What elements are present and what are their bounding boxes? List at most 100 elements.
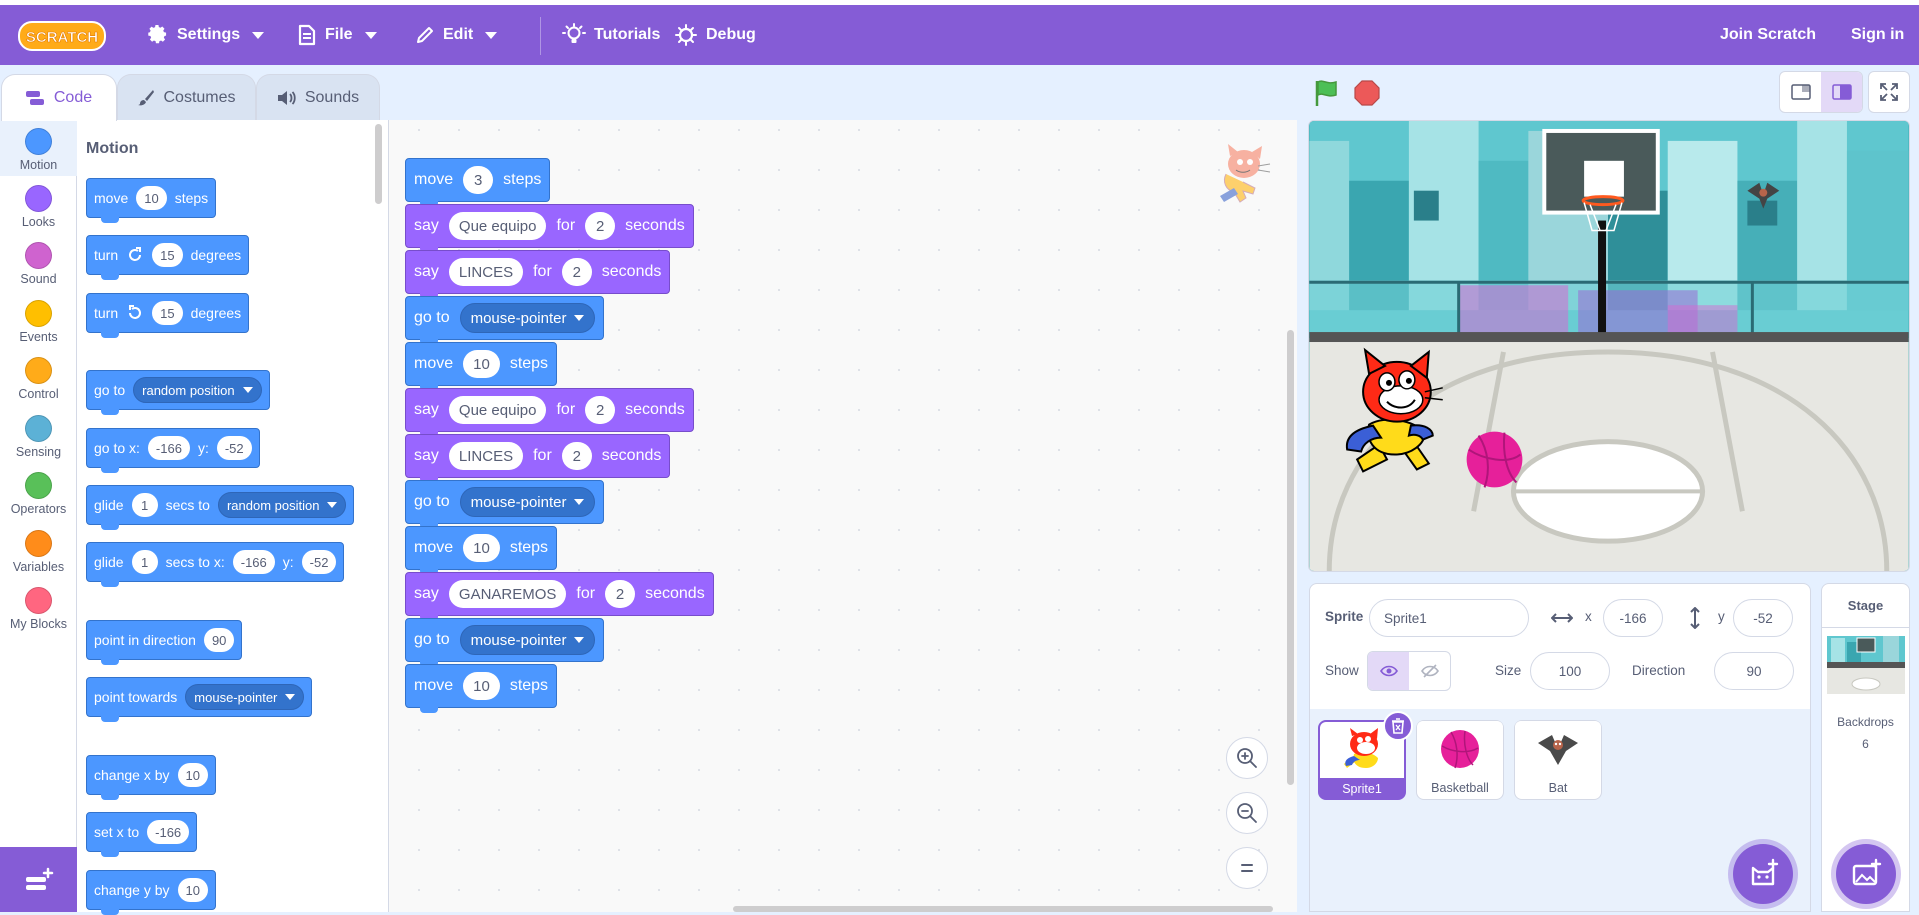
file-menu[interactable]: File xyxy=(297,5,377,65)
palette-block-turn-left[interactable]: turn 15 degrees xyxy=(86,293,250,338)
block-input[interactable]: 10 xyxy=(177,763,208,787)
category-control[interactable]: Control xyxy=(0,349,77,405)
tab-sounds[interactable]: Sounds xyxy=(256,74,380,120)
script-block-move[interactable]: move 3 steps xyxy=(405,158,551,207)
category-events[interactable]: Events xyxy=(0,292,77,348)
direction-field[interactable]: 90 xyxy=(1714,652,1794,690)
block-input[interactable]: 90 xyxy=(203,628,235,652)
category-variables[interactable]: Variables xyxy=(0,522,77,578)
choose-backdrop-button[interactable] xyxy=(1836,844,1896,904)
say-text-input[interactable]: LINCES xyxy=(448,258,524,286)
script-block-move[interactable]: move 10 steps xyxy=(405,526,558,575)
palette-block-go-to-xy[interactable]: go to x: -166 y: -52 xyxy=(86,428,260,473)
palette-block-glide-xy[interactable]: glide 1 secs to x: -166 y: -52 xyxy=(86,542,345,587)
size-field[interactable]: 100 xyxy=(1530,652,1610,690)
block-dropdown[interactable]: mouse-pointer xyxy=(459,625,596,655)
script-block-say[interactable]: say LINCES for 2 seconds xyxy=(405,250,671,299)
fullscreen-button[interactable] xyxy=(1868,71,1910,113)
block-input[interactable]: -166 xyxy=(232,550,275,574)
block-dropdown[interactable]: mouse-pointer xyxy=(459,487,596,517)
palette-scrollbar[interactable] xyxy=(375,124,382,204)
block-input[interactable]: 2 xyxy=(605,580,636,608)
script-block-goto[interactable]: go to mouse-pointer xyxy=(405,296,605,345)
say-text-input[interactable]: Que equipo xyxy=(448,396,547,424)
stop-icon[interactable] xyxy=(1354,80,1380,106)
add-extension-button[interactable] xyxy=(0,847,77,912)
say-text-input[interactable]: Que equipo xyxy=(448,212,547,240)
sprite-name-field[interactable]: Sprite1 xyxy=(1369,599,1529,637)
script-block-goto[interactable]: go to mouse-pointer xyxy=(405,618,605,667)
sprite-tile-basketball[interactable]: Basketball xyxy=(1416,720,1504,800)
zoom-out-button[interactable] xyxy=(1226,792,1268,834)
block-input[interactable]: 3 xyxy=(463,166,494,194)
zoom-reset-button[interactable] xyxy=(1226,847,1268,889)
sign-in-link[interactable]: Sign in xyxy=(1851,5,1904,65)
category-motion[interactable]: Motion xyxy=(0,120,77,176)
tab-costumes[interactable]: Costumes xyxy=(117,74,256,120)
block-dropdown[interactable]: random position xyxy=(217,492,347,518)
say-text-input[interactable]: GANAREMOS xyxy=(448,580,567,608)
show-sprite-button[interactable] xyxy=(1368,652,1409,690)
stage-canvas[interactable] xyxy=(1308,120,1910,572)
scratch-logo[interactable]: SCRATCH xyxy=(18,19,106,53)
palette-block-set-x[interactable]: set x to -166 xyxy=(86,812,198,857)
palette-block-glide[interactable]: glide 1 secs to random position xyxy=(86,485,355,530)
delete-sprite-button[interactable] xyxy=(1383,711,1413,741)
block-input[interactable]: 10 xyxy=(463,534,500,562)
join-scratch-link[interactable]: Join Scratch xyxy=(1720,5,1816,65)
script-block-say[interactable]: say Que equipo for 2 seconds xyxy=(405,204,694,253)
block-input[interactable]: 2 xyxy=(561,258,592,286)
palette-block-move[interactable]: move 10 steps xyxy=(86,178,217,223)
y-position-field[interactable]: -52 xyxy=(1733,599,1793,637)
block-dropdown[interactable]: mouse-pointer xyxy=(185,684,305,710)
block-input[interactable]: 15 xyxy=(152,301,183,325)
large-stage-button[interactable] xyxy=(1821,72,1862,112)
category-looks[interactable]: Looks xyxy=(0,177,77,233)
palette-block-turn-right[interactable]: turn 15 degrees xyxy=(86,235,250,280)
debug-button[interactable]: Debug xyxy=(674,5,756,65)
workspace-horizontal-scrollbar[interactable] xyxy=(733,906,1273,912)
block-input[interactable]: -166 xyxy=(147,436,190,460)
block-dropdown[interactable]: random position xyxy=(133,377,262,403)
category-operators[interactable]: Operators xyxy=(0,464,77,520)
say-text-input[interactable]: LINCES xyxy=(448,442,524,470)
block-input[interactable]: 1 xyxy=(131,550,158,574)
palette-block-change-x[interactable]: change x by 10 xyxy=(86,755,216,800)
category-sound[interactable]: Sound xyxy=(0,234,77,290)
palette-block-point-in-direction[interactable]: point in direction 90 xyxy=(86,620,243,665)
script-block-say[interactable]: say LINCES for 2 seconds xyxy=(405,434,671,483)
palette-block-point-towards[interactable]: point towards mouse-pointer xyxy=(86,677,313,722)
block-input[interactable]: 15 xyxy=(152,243,183,267)
block-input[interactable]: -166 xyxy=(147,820,190,844)
small-stage-button[interactable] xyxy=(1780,72,1821,112)
green-flag-icon[interactable] xyxy=(1312,78,1342,108)
category-my-blocks[interactable]: My Blocks xyxy=(0,579,77,635)
tutorials-button[interactable]: Tutorials xyxy=(562,5,660,65)
zoom-in-button[interactable] xyxy=(1226,737,1268,779)
block-input[interactable]: 2 xyxy=(585,212,616,240)
block-input[interactable]: 1 xyxy=(131,493,158,517)
palette-block-go-to[interactable]: go to random position xyxy=(86,370,270,415)
block-input[interactable]: -52 xyxy=(216,436,252,460)
settings-menu[interactable]: Settings xyxy=(147,5,265,65)
script-block-move[interactable]: move 10 steps xyxy=(405,664,558,713)
block-input[interactable]: 10 xyxy=(136,186,167,210)
sprite-tile-bat[interactable]: Bat xyxy=(1514,720,1602,800)
script-block-goto[interactable]: go to mouse-pointer xyxy=(405,480,605,529)
block-input[interactable]: 10 xyxy=(463,672,500,700)
edit-menu[interactable]: Edit xyxy=(415,5,498,65)
block-input[interactable]: 2 xyxy=(561,442,592,470)
tab-code[interactable]: Code xyxy=(1,74,117,121)
choose-sprite-button[interactable] xyxy=(1733,844,1793,904)
workspace-vertical-scrollbar[interactable] xyxy=(1287,330,1294,785)
hide-sprite-button[interactable] xyxy=(1409,652,1450,690)
block-input[interactable]: 10 xyxy=(177,878,208,902)
category-sensing[interactable]: Sensing xyxy=(0,407,77,463)
script-block-move[interactable]: move 10 steps xyxy=(405,342,558,391)
block-input[interactable]: 2 xyxy=(585,396,616,424)
block-dropdown[interactable]: mouse-pointer xyxy=(459,303,596,333)
palette-block-change-y[interactable]: change y by 10 xyxy=(86,870,216,915)
x-position-field[interactable]: -166 xyxy=(1603,599,1663,637)
script-block-say[interactable]: say Que equipo for 2 seconds xyxy=(405,388,694,437)
block-input[interactable]: 10 xyxy=(463,350,500,378)
